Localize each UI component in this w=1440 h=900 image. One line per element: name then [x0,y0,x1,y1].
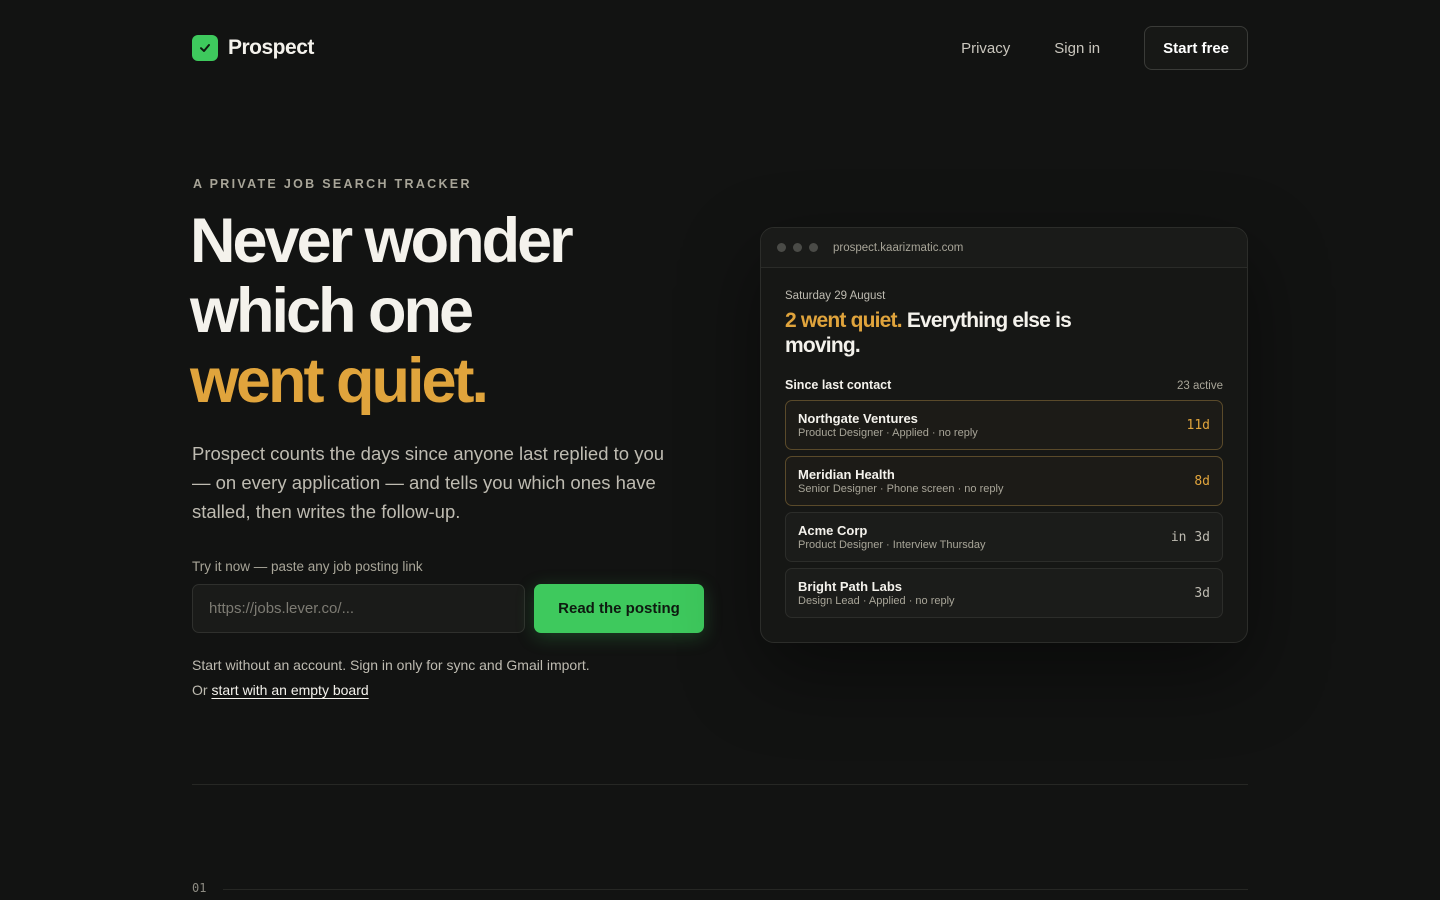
preview-headline: 2 went quiet. Everything else is moving. [785,308,1085,358]
preview-headline-accent: 2 went quiet. [785,309,903,332]
read-posting-button[interactable]: Read the posting [534,584,704,633]
job-url-input[interactable] [192,584,525,633]
alt-prefix: Or [192,682,212,698]
empty-board-link[interactable]: start with an empty board [211,682,368,698]
try-label: Try it now — paste any job posting link [192,559,423,574]
days-since-contact: 8d [1194,473,1210,489]
preview-url: prospect.kaarizmatic.com [833,241,964,254]
headline-line-2: which one [190,276,474,346]
days-since-contact: in 3d [1170,529,1210,545]
company-name: Northgate Ventures [798,411,918,426]
hero-eyebrow: A PRIVATE JOB SEARCH TRACKER [193,177,472,191]
application-row[interactable]: Acme Corp Product Designer · Interview T… [785,512,1223,562]
hero-lede: Prospect counts the days since anyone la… [192,443,665,522]
active-count: 23 active [1176,380,1223,392]
preview-body: Saturday 29 August 2 went quiet. Everyth… [761,268,1247,618]
hero-headline: Never wonder which one went quiet. [190,206,574,416]
nav-link-privacy[interactable]: Privacy [961,40,1010,57]
brand-name: Prospect [228,36,314,59]
application-list: Northgate Ventures Product Designer · Ap… [785,400,1223,618]
application-meta: Product Designer · Applied · no reply [798,427,978,439]
top-nav: Prospect Privacy Sign in Start free [192,26,1248,70]
application-meta: Senior Designer · Phone screen · no repl… [798,483,1004,495]
app-preview-window: prospect.kaarizmatic.com Saturday 29 Aug… [760,227,1248,643]
company-name: Meridian Health [798,467,895,482]
application-meta: Design Lead · Applied · no reply [798,595,955,607]
application-row[interactable]: Meridian Health Senior Designer · Phone … [785,456,1223,506]
window-dot-icon [777,243,786,252]
check-icon [192,35,218,61]
preview-section-header: Since last contact 23 active [785,378,1223,392]
nav-link-sign-in[interactable]: Sign in [1054,40,1100,57]
headline-accent: went quiet. [190,346,489,416]
empty-board-line: Or start with an empty board [192,678,590,703]
application-row[interactable]: Northgate Ventures Product Designer · Ap… [785,400,1223,450]
brand-logo[interactable]: Prospect [192,35,314,61]
hero-note: Start without an account. Sign in only f… [192,653,590,703]
window-dot-icon [809,243,818,252]
preview-date: Saturday 29 August [785,290,886,302]
preview-section-title: Since last contact [785,378,892,392]
days-since-contact: 3d [1194,585,1210,601]
application-row[interactable]: Bright Path Labs Design Lead · Applied ·… [785,568,1223,618]
account-note: Start without an account. Sign in only f… [192,657,590,673]
nav-links: Privacy Sign in Start free [961,26,1248,70]
company-name: Bright Path Labs [798,579,903,594]
days-since-contact: 11d [1186,417,1210,433]
headline-line-1: Never wonder [190,206,574,276]
company-name: Acme Corp [798,523,868,538]
section-number: 01 [192,881,207,895]
section-divider [192,784,1248,785]
browser-bar: prospect.kaarizmatic.com [761,228,1247,268]
section-rule [223,889,1248,890]
start-free-button[interactable]: Start free [1144,26,1248,70]
window-dot-icon [793,243,802,252]
application-meta: Product Designer · Interview Thursday [798,539,986,551]
